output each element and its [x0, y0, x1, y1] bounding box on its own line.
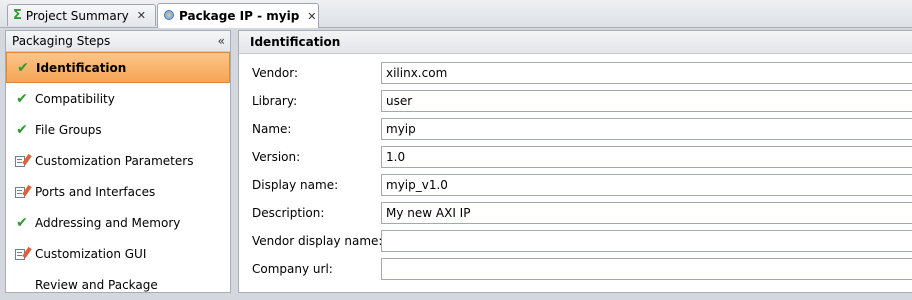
step-label: Addressing and Memory	[35, 215, 181, 230]
tab-package-ip[interactable]: Package IP - myip ✕	[157, 3, 319, 28]
step-label: Ports and Interfaces	[35, 184, 156, 199]
edit-icon	[14, 184, 32, 200]
step-identification[interactable]: ✔ Identification	[6, 52, 230, 83]
step-ports-and-interfaces[interactable]: Ports and Interfaces	[6, 176, 230, 207]
step-compatibility[interactable]: ✔ Compatibility	[6, 83, 230, 114]
edit-icon	[14, 153, 32, 169]
blank-icon	[14, 277, 30, 293]
identification-panel: Identification Vendor: xilinx.com Librar…	[238, 30, 912, 293]
step-label: File Groups	[35, 122, 102, 137]
vendor-display-name-row: Vendor display name:	[239, 227, 912, 255]
check-icon: ✔	[16, 90, 28, 107]
vendor-row: Vendor: xilinx.com	[239, 59, 912, 87]
vendor-field[interactable]: xilinx.com	[381, 62, 912, 84]
collapse-icon[interactable]: «	[218, 34, 225, 48]
version-field[interactable]: 1.0	[381, 146, 912, 168]
step-addressing-and-memory[interactable]: ✔ Addressing and Memory	[6, 207, 230, 238]
step-review-and-package[interactable]: Review and Package	[6, 269, 230, 300]
check-icon: ✔	[16, 214, 28, 231]
tab-project-summary[interactable]: Σ Project Summary ✕	[7, 4, 156, 26]
field-label: Company url:	[252, 262, 333, 276]
close-icon[interactable]: ✕	[307, 10, 316, 23]
field-label: Version:	[252, 150, 301, 164]
step-file-groups[interactable]: ✔ File Groups	[6, 114, 230, 145]
panel-title: Packaging Steps	[12, 34, 111, 48]
tab-label: Project Summary	[25, 8, 129, 23]
display-name-field[interactable]: myip_v1.0	[381, 174, 912, 196]
company-url-row: Company url:	[239, 255, 912, 283]
company-url-field[interactable]	[381, 258, 912, 280]
description-field[interactable]: My new AXI IP	[381, 202, 912, 224]
step-label: Customization Parameters	[35, 153, 194, 168]
packaging-steps-panel: Packaging Steps « ✔ Identification ✔ Com…	[5, 30, 231, 293]
field-label: Library:	[252, 94, 298, 108]
package-icon	[163, 9, 175, 24]
sigma-icon: Σ	[13, 8, 22, 23]
section-title: Identification	[239, 31, 912, 54]
field-label: Description:	[252, 206, 325, 220]
display-name-row: Display name: myip_v1.0	[239, 171, 912, 199]
version-row: Version: 1.0	[239, 143, 912, 171]
name-field[interactable]: myip	[381, 118, 912, 140]
step-label: Compatibility	[35, 91, 115, 106]
tab-label: Package IP - myip	[179, 9, 300, 23]
description-row: Description: My new AXI IP	[239, 199, 912, 227]
editor-tab-bar: Σ Project Summary ✕ Package IP - myip ✕	[0, 0, 912, 28]
step-customization-gui[interactable]: Customization GUI	[6, 238, 230, 269]
check-icon: ✔	[16, 121, 28, 138]
check-icon: ✔	[17, 59, 29, 76]
library-row: Library: user	[239, 87, 912, 115]
step-label: Customization GUI	[35, 246, 147, 261]
step-label: Identification	[36, 60, 127, 75]
step-customization-parameters[interactable]: Customization Parameters	[6, 145, 230, 176]
vendor-display-name-field[interactable]	[381, 230, 912, 252]
edit-icon	[14, 246, 32, 262]
field-label: Vendor:	[252, 66, 298, 80]
field-label: Name:	[252, 122, 292, 136]
library-field[interactable]: user	[381, 90, 912, 112]
panel-header: Packaging Steps «	[6, 31, 230, 52]
name-row: Name: myip	[239, 115, 912, 143]
field-label: Display name:	[252, 178, 339, 192]
field-label: Vendor display name:	[252, 234, 383, 248]
step-label: Review and Package	[35, 277, 158, 292]
close-icon[interactable]: ✕	[137, 9, 146, 22]
